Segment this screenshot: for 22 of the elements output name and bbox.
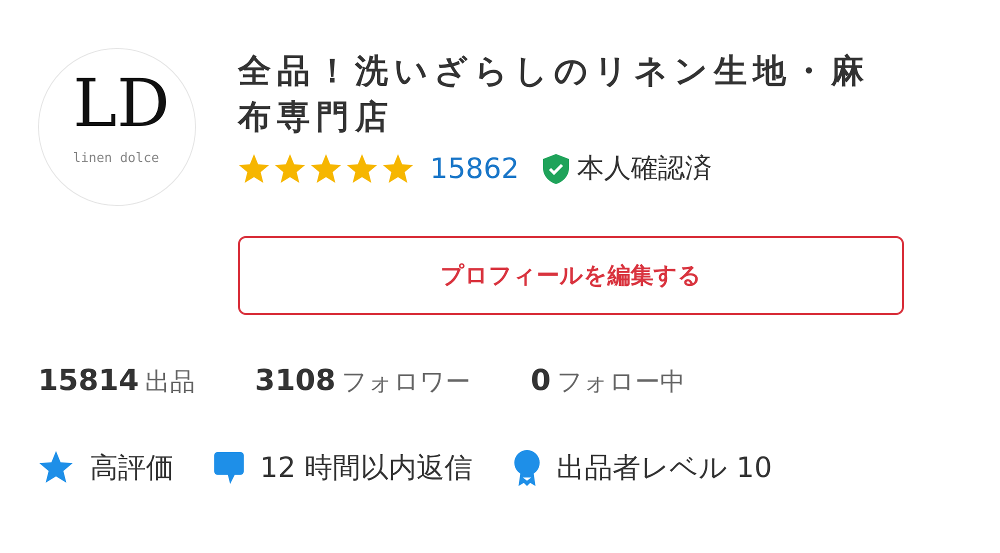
stat-count: 3108 bbox=[254, 362, 336, 400]
medal-icon bbox=[512, 450, 541, 486]
logo-letters: LD bbox=[73, 71, 170, 137]
star-icon bbox=[238, 154, 270, 185]
stat-label: フォロワー bbox=[342, 366, 471, 398]
star-icon bbox=[382, 154, 414, 185]
speech-bubble-icon bbox=[214, 452, 244, 484]
badge-label: 出品者レベル 10 bbox=[556, 450, 772, 486]
stat-count: 0 bbox=[530, 362, 551, 400]
review-count[interactable]: 15862 bbox=[430, 148, 520, 190]
star-icon bbox=[346, 154, 378, 185]
star-icon bbox=[38, 450, 74, 485]
stat-label: 出品 bbox=[144, 366, 195, 398]
badge-label: 高評価 bbox=[90, 450, 174, 486]
shop-name: 全品！洗いざらしのリネン生地・麻布専門店 bbox=[238, 50, 871, 138]
star-icon bbox=[310, 154, 342, 185]
star-icon bbox=[274, 154, 306, 185]
edit-profile-button[interactable]: プロフィールを編集する bbox=[238, 236, 904, 316]
stat-count: 15814 bbox=[38, 362, 139, 400]
stat-label: フォロー中 bbox=[556, 366, 685, 398]
verification-label: 本人確認済 bbox=[577, 152, 712, 186]
badge-label: 12 時間以内返信 bbox=[260, 450, 473, 486]
